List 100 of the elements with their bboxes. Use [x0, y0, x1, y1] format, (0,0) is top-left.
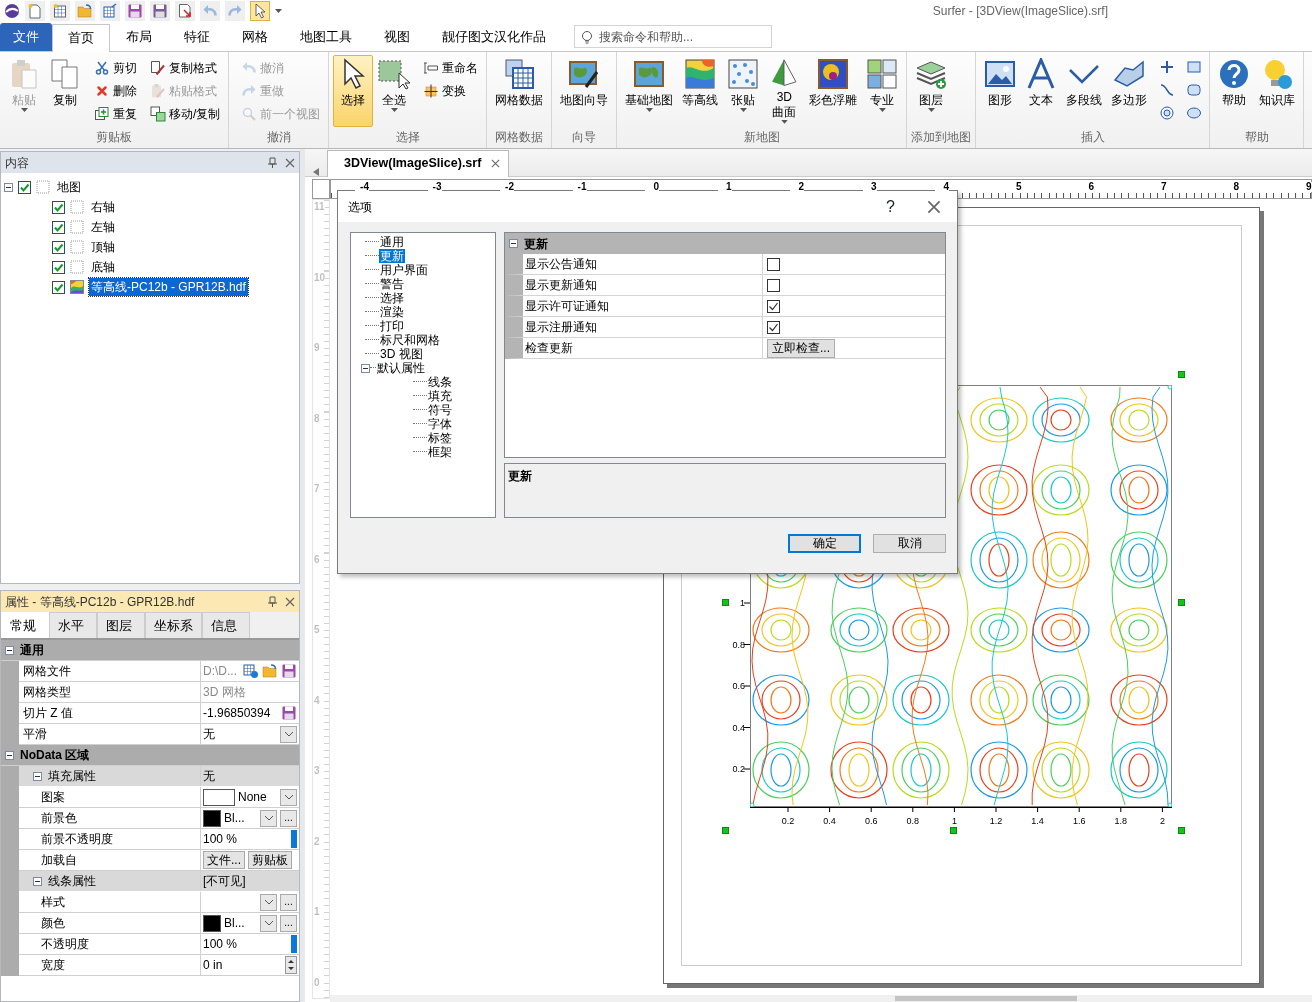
ribbon-button[interactable]: 多段线	[1062, 55, 1107, 127]
selection-handle[interactable]	[950, 827, 957, 834]
table-arrow-icon[interactable]	[102, 3, 118, 19]
tree-item[interactable]: 打印	[379, 319, 405, 333]
collapse-icon[interactable]	[361, 363, 370, 373]
ribbon-tab[interactable]: 靓仔图文汉化作品	[426, 23, 562, 51]
selection-handle[interactable]	[722, 599, 729, 606]
dropdown-button[interactable]	[260, 914, 277, 932]
ribbon-button[interactable]: 复制	[45, 55, 85, 127]
ribbon-button[interactable]: 帮助	[1214, 55, 1255, 127]
open-folder-icon[interactable]	[77, 3, 93, 19]
checkbox[interactable]	[767, 320, 780, 334]
ribbon-button[interactable]: 重复	[90, 102, 141, 125]
ribbon-button[interactable]: 剪切	[90, 56, 141, 79]
tree-item[interactable]: 框架	[427, 445, 453, 459]
tree-item[interactable]: 标尺和网格	[379, 333, 441, 347]
ribbon-button[interactable]: 等高线	[678, 55, 723, 127]
close-icon[interactable]	[491, 159, 501, 169]
caret-icon[interactable]	[275, 9, 282, 13]
save-as-icon[interactable]	[152, 3, 168, 19]
dialog-button[interactable]: 确定	[788, 534, 861, 553]
collapse-icon[interactable]	[33, 876, 42, 886]
tree-item[interactable]: 填充	[427, 389, 453, 403]
selection-handle[interactable]	[1178, 371, 1185, 378]
ribbon-tab[interactable]: 地图工具	[284, 23, 368, 51]
app-logo-icon[interactable]	[4, 3, 20, 19]
scroll-left-icon[interactable]	[313, 168, 319, 176]
ribbon-button[interactable]: 删除	[90, 79, 141, 102]
ribbon-button[interactable]: 全选	[374, 55, 415, 127]
tab[interactable]: 图层	[97, 612, 145, 638]
file-menu-button[interactable]: 文件	[0, 23, 52, 51]
tree-item[interactable]: 通用	[379, 235, 405, 249]
pin-icon[interactable]	[268, 596, 277, 607]
tree-item[interactable]: 线条	[427, 375, 453, 389]
opacity-slider-thumb[interactable]	[291, 935, 297, 953]
check-now-button[interactable]: 立即检查...	[767, 338, 835, 358]
collapse-icon[interactable]	[5, 645, 14, 655]
ribbon-button[interactable]: 专业	[862, 55, 903, 127]
help-button[interactable]: ?	[886, 194, 895, 219]
dropdown-button[interactable]	[280, 725, 297, 743]
collapse-icon[interactable]	[5, 750, 14, 760]
tree-item[interactable]: 标签	[427, 431, 453, 445]
tree-item[interactable]: 等高线-PC12b - GPR12B.hdf	[89, 278, 248, 296]
pin-icon[interactable]	[268, 157, 277, 168]
save-icon[interactable]	[281, 705, 297, 721]
save-icon[interactable]	[127, 3, 143, 19]
dialog-button[interactable]: 取消	[873, 534, 946, 553]
horizontal-scrollbar[interactable]	[330, 995, 1312, 1002]
selection-handle[interactable]	[1178, 599, 1185, 606]
ribbon-tab[interactable]: 首页	[52, 24, 110, 52]
dropdown-button[interactable]	[260, 809, 277, 827]
checkbox[interactable]	[52, 240, 65, 254]
ribbon-button[interactable]: 基础地图	[621, 55, 678, 127]
ribbon-button[interactable]: 文本	[1021, 55, 1062, 127]
close-icon[interactable]	[927, 199, 941, 214]
pointer-icon[interactable]	[252, 3, 268, 19]
collapse-icon[interactable]	[33, 771, 42, 781]
tree-item[interactable]: 底轴	[89, 258, 117, 276]
tree-item[interactable]: 更新	[379, 249, 405, 263]
more-button[interactable]: ...	[280, 809, 297, 827]
search-field[interactable]: 搜索命令和帮助...	[574, 25, 772, 48]
tree-item[interactable]: 左轴	[89, 218, 117, 236]
save-icon[interactable]	[281, 663, 297, 679]
more-button[interactable]: ...	[280, 893, 297, 911]
new-table-icon[interactable]	[52, 3, 68, 19]
selection-handle[interactable]	[1178, 827, 1185, 834]
checkbox[interactable]	[767, 299, 780, 313]
ribbon-button[interactable]: 张贴	[723, 55, 764, 127]
scrollbar-thumb[interactable]	[895, 996, 1077, 1001]
tab[interactable]: 信息	[202, 612, 250, 638]
ribbon-button[interactable]: 知识库	[1255, 55, 1300, 127]
ribbon-button[interactable]: 图形	[980, 55, 1021, 127]
ribbon-button[interactable]: 网格数据	[491, 55, 548, 127]
tree-item[interactable]: 用户界面	[379, 263, 429, 277]
ribbon-button[interactable]: 复制格式	[146, 56, 225, 79]
ribbon-button[interactable]: 图层	[911, 55, 952, 127]
checkbox[interactable]	[52, 280, 65, 294]
tree-item[interactable]: 警告	[379, 277, 405, 291]
tree-item[interactable]: 默认属性	[376, 361, 426, 375]
property-button[interactable]: 文件...	[203, 851, 245, 869]
checkbox[interactable]	[18, 180, 31, 194]
checkbox[interactable]	[767, 278, 780, 292]
checkbox[interactable]	[767, 257, 780, 271]
tree-item[interactable]: 字体	[427, 417, 453, 431]
export-icon[interactable]	[177, 3, 193, 19]
ribbon-tab[interactable]: 布局	[110, 23, 168, 51]
close-icon[interactable]	[285, 157, 295, 168]
dropdown-button[interactable]	[280, 788, 297, 806]
tree-item[interactable]: 符号	[427, 403, 453, 417]
document-tab[interactable]: 3DView(ImageSlice).srf	[327, 150, 510, 177]
grid-info-icon[interactable]	[243, 663, 259, 679]
property-button[interactable]: 剪贴板	[248, 851, 292, 869]
collapse-icon[interactable]	[4, 182, 13, 192]
dropdown-button[interactable]	[260, 893, 277, 911]
open-folder-icon[interactable]	[262, 663, 278, 679]
checkbox[interactable]	[52, 200, 65, 214]
checkbox[interactable]	[52, 260, 65, 274]
more-button[interactable]: ...	[280, 914, 297, 932]
close-icon[interactable]	[285, 596, 295, 607]
ribbon-button[interactable]: 彩色浮雕	[805, 55, 862, 127]
